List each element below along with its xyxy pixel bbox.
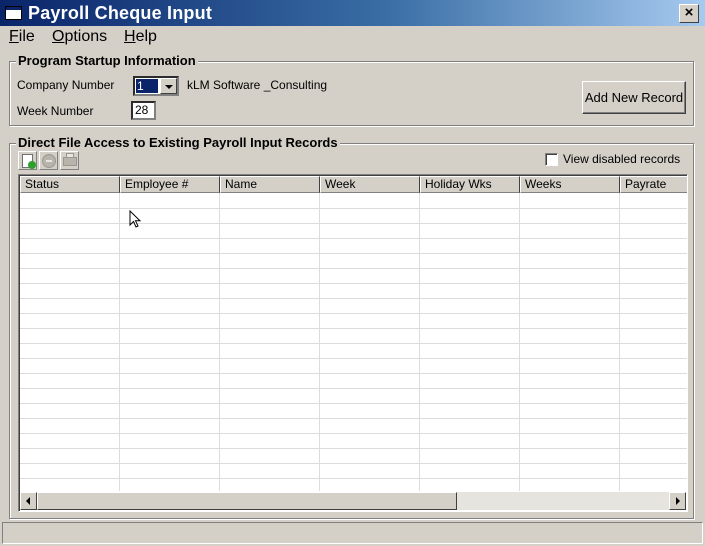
- title-bar: Payroll Cheque Input ×: [0, 0, 705, 26]
- grid-row-line: [20, 268, 687, 269]
- mouse-cursor-icon: [129, 210, 142, 228]
- grid-row-line: [20, 403, 687, 404]
- column-header-employee[interactable]: Employee #: [120, 176, 220, 193]
- grid-column-line: [419, 193, 420, 491]
- company-number-label: Company Number: [17, 78, 115, 92]
- column-header-weeks[interactable]: Weeks: [520, 176, 620, 193]
- view-disabled-checkbox[interactable]: [545, 153, 558, 166]
- chevron-down-icon[interactable]: [160, 78, 177, 94]
- week-number-field[interactable]: 28: [131, 101, 156, 120]
- startup-group-title: Program Startup Information: [16, 53, 198, 68]
- grid-column-line: [319, 193, 320, 491]
- grid-row-line: [20, 238, 687, 239]
- print-icon[interactable]: [60, 151, 79, 170]
- menu-options[interactable]: Options: [52, 28, 107, 46]
- grid-row-line: [20, 433, 687, 434]
- grid-column-line: [519, 193, 520, 491]
- table-body[interactable]: [20, 193, 687, 491]
- column-header-name[interactable]: Name: [220, 176, 320, 193]
- grid-row-line: [20, 463, 687, 464]
- menu-file[interactable]: File: [9, 28, 35, 46]
- column-header-payrate[interactable]: Payrate: [620, 176, 687, 193]
- grid-column-line: [219, 193, 220, 491]
- horizontal-scrollbar[interactable]: [20, 492, 686, 510]
- grid-row-line: [20, 373, 687, 374]
- delete-record-icon[interactable]: [39, 151, 58, 170]
- company-name: kLM Software _Consulting: [187, 78, 328, 92]
- column-header-week[interactable]: Week: [320, 176, 420, 193]
- company-number-select[interactable]: 1: [133, 76, 179, 96]
- status-bar: [2, 522, 703, 544]
- company-number-value: 1: [136, 79, 158, 93]
- window-icon: [5, 6, 22, 20]
- new-record-icon[interactable]: [18, 151, 37, 170]
- menu-bar: File Options Help: [0, 27, 705, 49]
- grid-row-line: [20, 358, 687, 359]
- grid-row-line: [20, 283, 687, 284]
- grid-row-line: [20, 478, 687, 479]
- records-table[interactable]: Status Employee # Name Week Holiday Wks …: [18, 174, 688, 512]
- menu-help[interactable]: Help: [124, 28, 157, 46]
- records-group-title: Direct File Access to Existing Payroll I…: [16, 135, 340, 150]
- grid-row-line: [20, 208, 687, 209]
- column-header-holiday-wks[interactable]: Holiday Wks: [420, 176, 520, 193]
- grid-row-line: [20, 253, 687, 254]
- week-number-label: Week Number: [17, 104, 94, 118]
- add-new-record-button[interactable]: Add New Record: [582, 81, 686, 114]
- grid-row-line: [20, 343, 687, 344]
- grid-row-line: [20, 313, 687, 314]
- scrollbar-thumb[interactable]: [37, 492, 457, 510]
- window-title: Payroll Cheque Input: [28, 3, 213, 23]
- grid-row-line: [20, 418, 687, 419]
- grid-row-line: [20, 328, 687, 329]
- column-header-status[interactable]: Status: [20, 176, 120, 193]
- scroll-right-icon[interactable]: [669, 492, 686, 510]
- table-header: Status Employee # Name Week Holiday Wks …: [20, 176, 687, 193]
- view-disabled-label: View disabled records: [563, 152, 681, 166]
- grid-column-line: [119, 193, 120, 491]
- grid-row-line: [20, 298, 687, 299]
- grid-row-line: [20, 388, 687, 389]
- scroll-left-icon[interactable]: [20, 492, 37, 510]
- grid-row-line: [20, 448, 687, 449]
- grid-column-line: [619, 193, 620, 491]
- grid-row-line: [20, 223, 687, 224]
- close-button[interactable]: ×: [679, 4, 699, 23]
